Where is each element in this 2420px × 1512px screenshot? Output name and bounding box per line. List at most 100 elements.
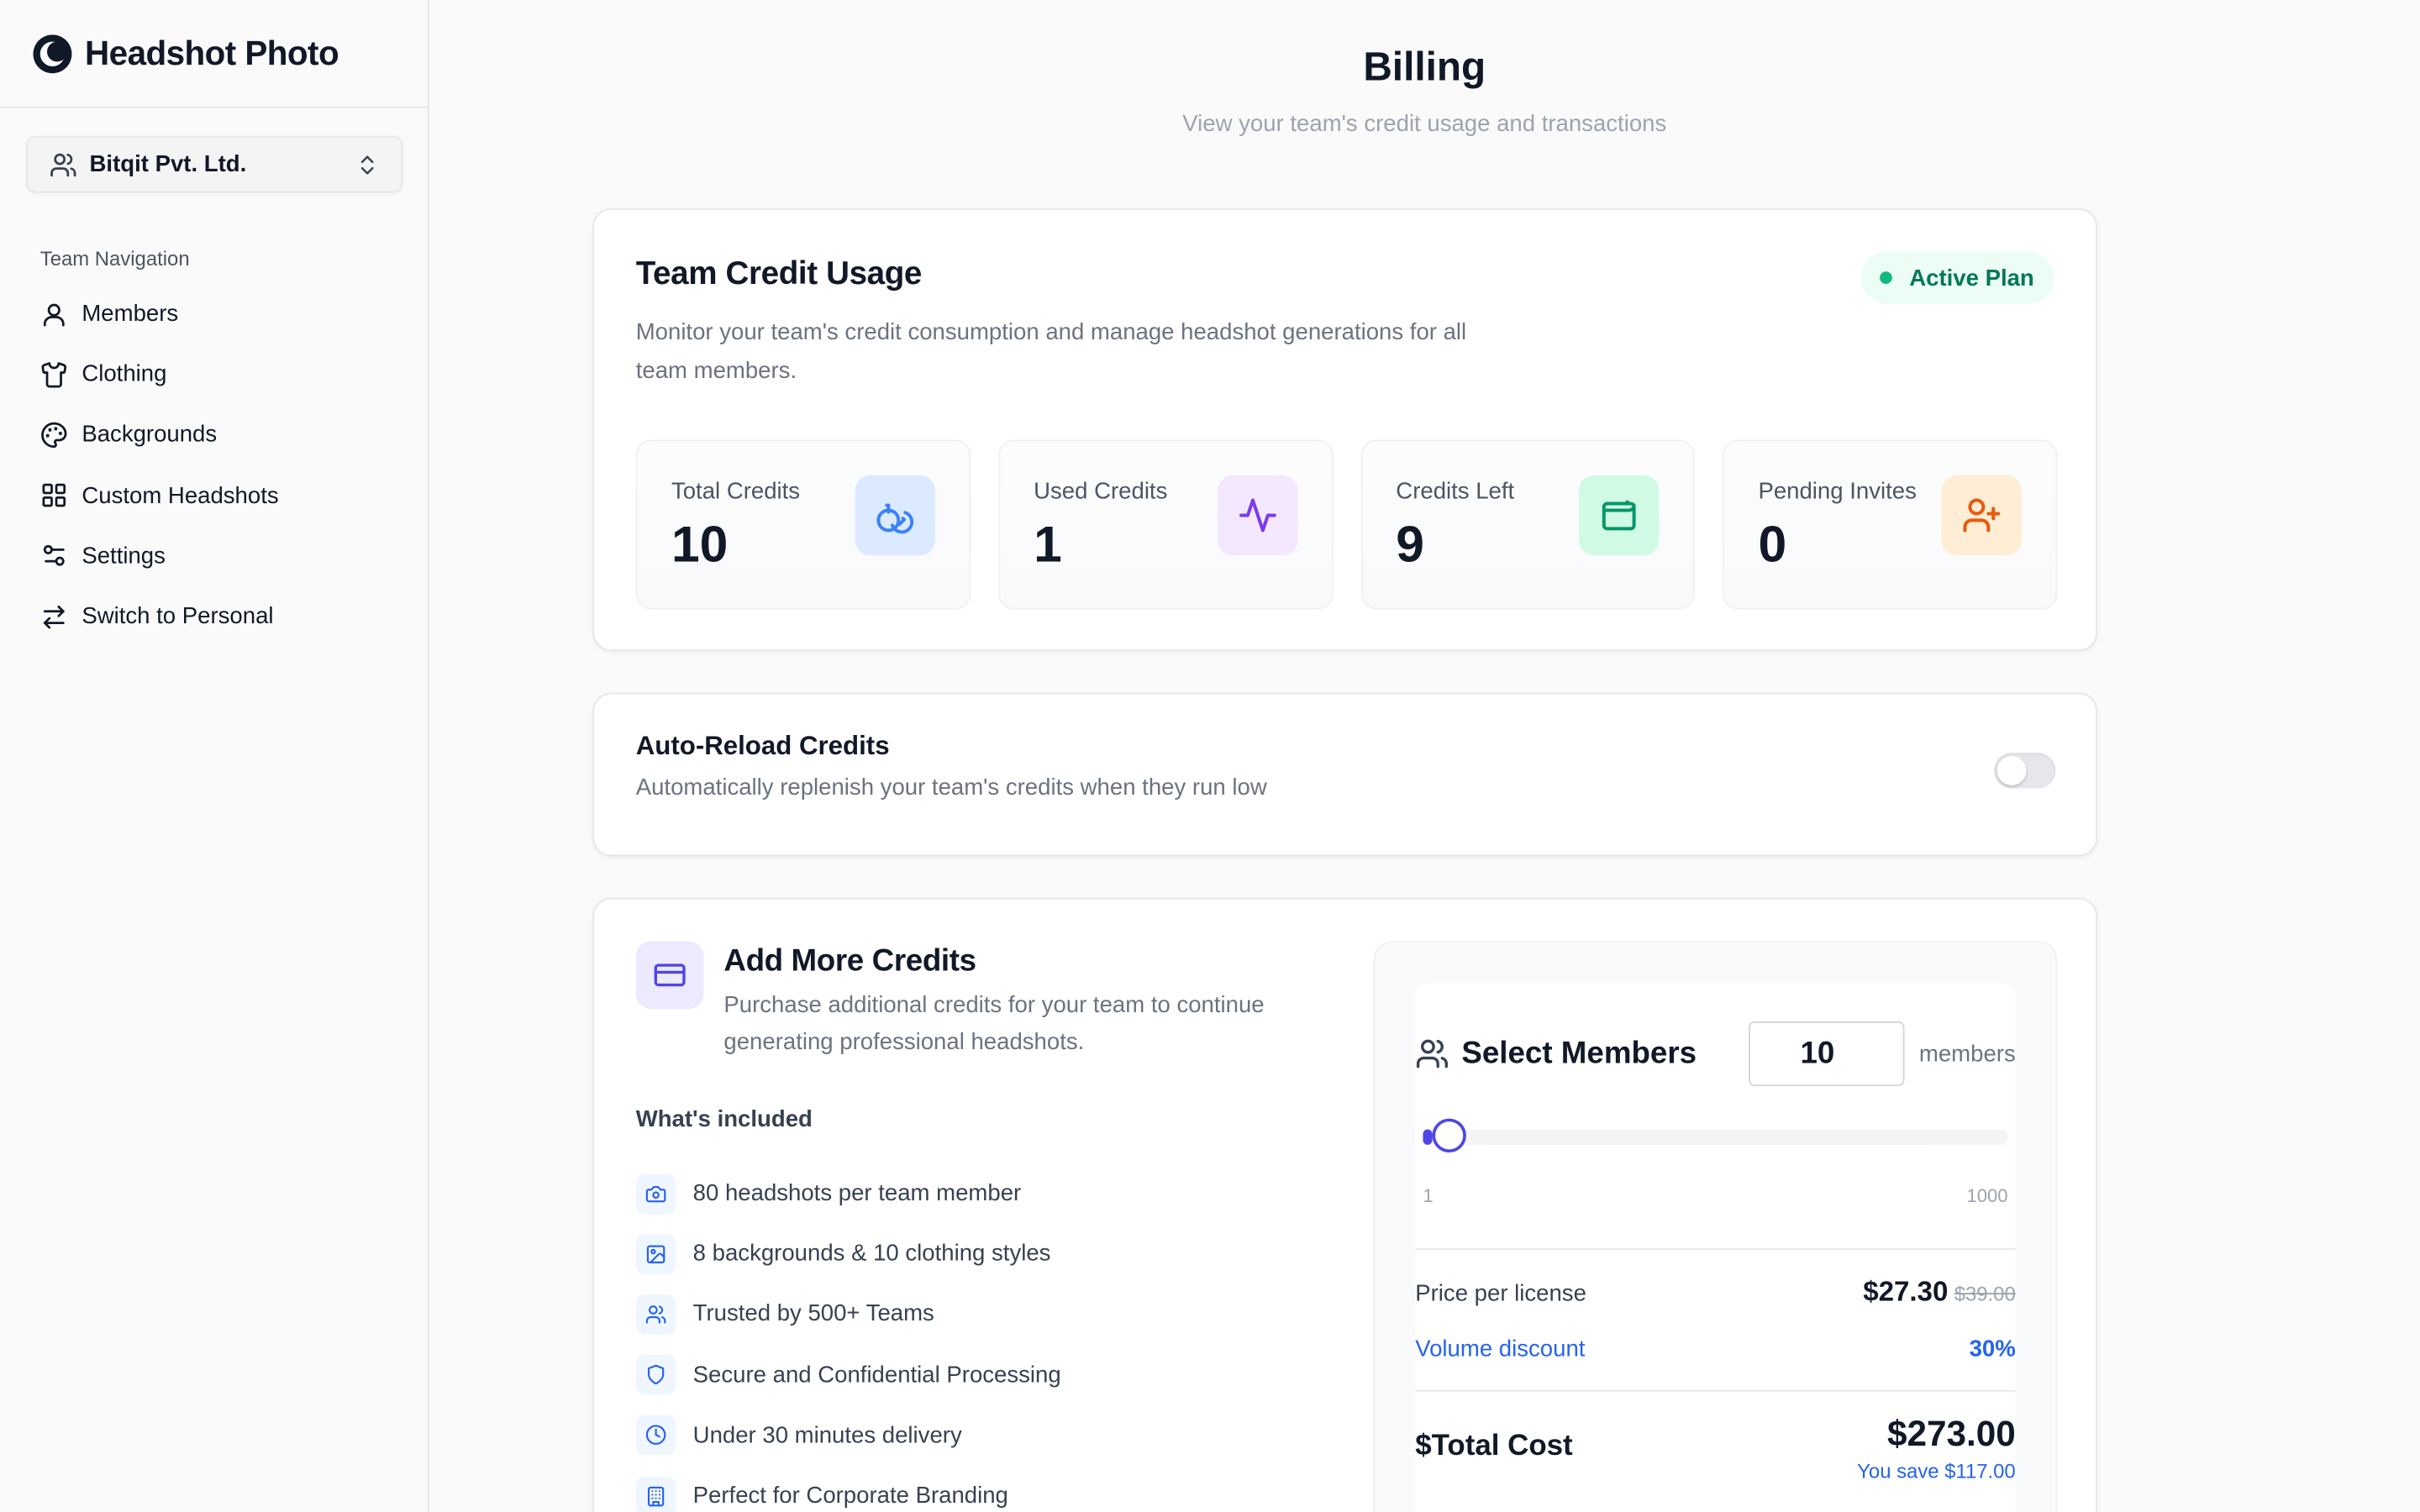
stat-icon-box (855, 475, 935, 556)
toggle-knob (1996, 755, 2027, 785)
stat-label: Credits Left (1396, 478, 1515, 505)
nav-item-label: Members (82, 301, 179, 328)
stat-value: 10 (671, 515, 729, 573)
add-credits-card: Add More Credits Purchase additional cre… (592, 897, 2098, 1512)
image-icon (646, 1245, 666, 1263)
stat-icon-box (1217, 475, 1297, 556)
grid-icon (42, 484, 66, 507)
members-count-input[interactable]: 10 (1749, 1021, 1906, 1087)
nav-item-members[interactable]: Members (40, 284, 411, 344)
members-slider-thumb[interactable] (1433, 1118, 1467, 1153)
stat-total-credits: Total Credits 10 (635, 439, 971, 610)
stat-icon-box (1579, 475, 1660, 556)
select-members-label: Select Members (1461, 1036, 1697, 1070)
divider (1415, 1389, 2016, 1392)
chevrons-up-down-icon (360, 155, 374, 174)
feature-icon-box (635, 1233, 676, 1274)
nav-item-label: Settings (82, 543, 166, 570)
discount-value: 30% (1969, 1336, 2016, 1362)
brand[interactable]: Headshot Photo (0, 0, 428, 108)
nav-item-custom-headshots[interactable]: Custom Headshots (40, 465, 411, 526)
activity-icon (1239, 498, 1276, 533)
clock-icon (645, 1425, 666, 1446)
coins-icon (876, 503, 913, 534)
main-content: Billing View your team's credit usage an… (429, 0, 2420, 1512)
wallet-icon (1602, 500, 1637, 531)
total-value: $273.00 (1887, 1413, 2016, 1454)
feature-icon-box (635, 1475, 676, 1512)
usage-description: Monitor your team's credit consumption a… (635, 319, 1467, 385)
team-selector[interactable]: Bitqit Pvt. Ltd. (26, 135, 403, 193)
stat-pending-invites: Pending Invites 0 (1723, 439, 2058, 610)
team-credit-usage-card: Team Credit Usage Monitor your team's cr… (592, 207, 2098, 652)
badge-label: Active Plan (1909, 264, 2034, 291)
nav-item-label: Backgrounds (82, 422, 218, 449)
price-per-license-row: Price per license $27.30 $39.00 (1415, 1276, 2015, 1309)
auto-reload-title: Auto-Reload Credits (635, 731, 890, 761)
stat-value: 0 (1758, 515, 1787, 573)
members-slider-track[interactable] (1423, 1129, 2008, 1145)
list-item: Secure and Confidential Processing (635, 1345, 1331, 1405)
total-label: $Total Cost (1415, 1430, 1573, 1463)
feature-icon-box (635, 1354, 676, 1395)
price-current: $27.30 (1863, 1275, 1949, 1307)
pricing-calculator: Select Members 10 members 1 1000 Price p… (1373, 941, 2058, 1512)
members-unit: members (1918, 1040, 2016, 1068)
feature-text: 80 headshots per team member (692, 1180, 1022, 1207)
user-icon (50, 152, 76, 176)
stat-icon-box (1941, 475, 2023, 556)
nav-item-clothing[interactable]: Clothing (40, 344, 411, 405)
stat-value: 9 (1396, 515, 1425, 573)
user-plus-icon (1963, 498, 2001, 533)
feature-text: Under 30 minutes delivery (692, 1422, 962, 1449)
team-navigation: Members Clothing Backgrounds Custom Head… (40, 284, 411, 647)
usage-title: Team Credit Usage (635, 255, 923, 292)
nav-item-switch-personal[interactable]: Switch to Personal (40, 586, 411, 647)
slider-fill (1423, 1129, 1433, 1145)
price-original: $39.00 (1954, 1282, 2016, 1305)
stat-label: Total Credits (671, 478, 801, 505)
auto-reload-card: Auto-Reload Credits Automatically replen… (592, 692, 2098, 857)
team-name: Bitqit Pvt. Ltd. (89, 150, 247, 178)
shield-icon (647, 1365, 665, 1385)
savings-text: You save $117.00 (1857, 1459, 2016, 1483)
auto-reload-toggle[interactable] (1994, 753, 2056, 789)
stat-label: Pending Invites (1758, 478, 1917, 505)
stat-value: 1 (1034, 515, 1062, 573)
brand-logo-icon (33, 34, 72, 73)
credit-card-icon (654, 963, 686, 987)
sliders-icon (43, 545, 65, 567)
shirt-icon (41, 361, 67, 388)
select-members-row: Select Members 10 members (1415, 1021, 2016, 1087)
swap-icon (43, 605, 65, 628)
list-item: Under 30 minutes delivery (635, 1405, 1331, 1466)
included-list: 80 headshots per team member 8 backgroun… (635, 1163, 1331, 1512)
nav-item-label: Custom Headshots (82, 482, 279, 509)
feature-text: Trusted by 500+ Teams (692, 1301, 934, 1328)
nav-item-label: Clothing (82, 361, 167, 388)
nav-item-backgrounds[interactable]: Backgrounds (40, 405, 411, 465)
list-item: Perfect for Corporate Branding (635, 1466, 1331, 1512)
stat-label: Used Credits (1034, 478, 1168, 505)
camera-icon (645, 1185, 666, 1202)
auto-reload-description: Automatically replenish your team's cred… (635, 774, 1267, 801)
feature-text: 8 backgrounds & 10 clothing styles (692, 1241, 1051, 1268)
sidebar: Headshot Photo Bitqit Pvt. Ltd. Team Nav… (0, 0, 429, 1512)
calculator-panel: Select Members 10 members 1 1000 Price p… (1415, 982, 2016, 1512)
included-heading: What's included (635, 1105, 813, 1133)
slider-min-label: 1 (1423, 1184, 1434, 1207)
building-icon (647, 1485, 665, 1506)
volume-discount-row: Volume discount 30% (1415, 1336, 2015, 1362)
feature-text: Secure and Confidential Processing (692, 1362, 1061, 1389)
divider (1415, 1247, 2016, 1250)
feature-text: Perfect for Corporate Branding (692, 1483, 1008, 1509)
add-credits-title: Add More Credits (723, 944, 976, 979)
nav-item-settings[interactable]: Settings (40, 526, 411, 586)
feature-icon-box (635, 1415, 676, 1456)
users-icon (1416, 1039, 1448, 1068)
list-item: 8 backgrounds & 10 clothing styles (635, 1224, 1331, 1284)
feature-icon-box (635, 1173, 676, 1214)
user-icon (43, 302, 65, 326)
nav-item-label: Switch to Personal (82, 603, 274, 630)
list-item: Trusted by 500+ Teams (635, 1284, 1331, 1345)
